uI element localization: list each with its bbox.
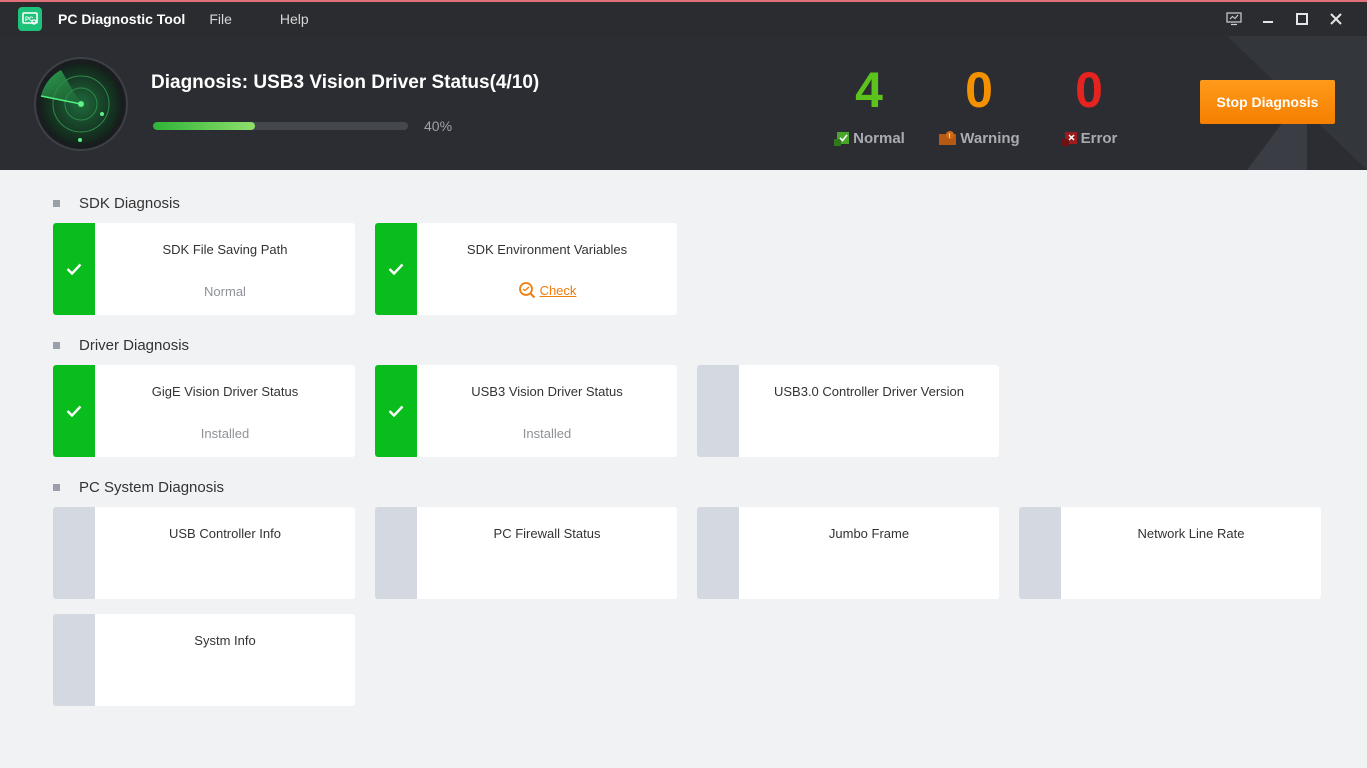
- card-system-info[interactable]: Systm Info: [53, 614, 355, 706]
- normal-label: Normal: [853, 130, 905, 147]
- maximize-icon: [1296, 13, 1308, 25]
- minimize-icon: [1263, 21, 1273, 23]
- status-strip: [53, 223, 95, 315]
- feedback-button[interactable]: [1217, 2, 1251, 36]
- card-gige-vision-driver-status[interactable]: GigE Vision Driver Status Installed: [53, 365, 355, 457]
- error-status-icon: [1061, 131, 1077, 146]
- app-logo-icon: PC: [18, 7, 42, 31]
- diagnosis-progress-bar: [153, 122, 408, 130]
- warning-label: Warning: [960, 130, 1020, 147]
- section-bullet: [53, 484, 60, 491]
- status-strip: [53, 614, 95, 706]
- normal-status-icon: [834, 131, 850, 146]
- section-title: SDK Diagnosis: [79, 195, 180, 212]
- progress-percent: 40%: [424, 118, 453, 134]
- card-status: Installed: [200, 426, 250, 441]
- card-title: USB3.0 Controller Driver Version: [773, 384, 965, 399]
- card-jumbo-frame[interactable]: Jumbo Frame: [697, 507, 999, 599]
- status-strip: [375, 507, 417, 599]
- card-status: Normal: [204, 284, 246, 299]
- card-title: USB3 Vision Driver Status: [471, 384, 623, 399]
- card-title: Network Line Rate: [1137, 526, 1245, 541]
- window-controls: [1217, 2, 1353, 36]
- card-title: SDK Environment Variables: [466, 242, 628, 257]
- check-link-label: Check: [539, 282, 577, 298]
- section-sdk-diagnosis: SDK Diagnosis: [53, 195, 180, 212]
- check-icon: [66, 405, 82, 417]
- title-bar: PC PC Diagnostic Tool File Help: [0, 0, 1367, 36]
- card-usb3-controller-driver-version[interactable]: USB3.0 Controller Driver Version: [697, 365, 999, 457]
- app-title: PC Diagnostic Tool: [58, 11, 186, 27]
- section-bullet: [53, 342, 60, 349]
- card-title: Jumbo Frame: [828, 526, 910, 541]
- progress-fill: [153, 122, 255, 130]
- magnifier-refresh-icon: [518, 282, 535, 299]
- svg-text:!: !: [949, 134, 951, 140]
- card-sdk-file-saving-path[interactable]: SDK File Saving Path Normal: [53, 223, 355, 315]
- warning-count: 0 ! Warning: [924, 62, 1034, 147]
- card-title: Systm Info: [194, 633, 256, 648]
- menu-file[interactable]: File: [209, 11, 232, 27]
- warning-status-icon: !: [939, 130, 957, 145]
- diagnosis-header: Diagnosis: USB3 Vision Driver Status(4/1…: [0, 36, 1367, 170]
- card-usb-controller-info[interactable]: USB Controller Info: [53, 507, 355, 599]
- diagnosis-title: Diagnosis: USB3 Vision Driver Status(4/1…: [151, 72, 540, 93]
- card-title: USB Controller Info: [169, 526, 281, 541]
- status-strip: [375, 365, 417, 457]
- status-strip: [53, 507, 95, 599]
- maximize-button[interactable]: [1285, 2, 1319, 36]
- section-title: PC System Diagnosis: [79, 479, 225, 496]
- card-network-line-rate[interactable]: Network Line Rate: [1019, 507, 1321, 599]
- monitor-icon: [1226, 12, 1242, 26]
- status-strip: [1019, 507, 1061, 599]
- error-count-value: 0: [1075, 62, 1103, 118]
- check-link[interactable]: Check: [417, 281, 677, 299]
- normal-count-value: 4: [855, 62, 883, 118]
- radar-icon: [34, 57, 128, 151]
- card-usb3-vision-driver-status[interactable]: USB3 Vision Driver Status Installed: [375, 365, 677, 457]
- warning-count-value: 0: [965, 62, 993, 118]
- status-strip: [53, 365, 95, 457]
- section-pc-system-diagnosis: PC System Diagnosis: [53, 479, 224, 496]
- status-strip: [697, 507, 739, 599]
- section-bullet: [53, 200, 60, 207]
- close-icon: [1330, 13, 1342, 25]
- minimize-button[interactable]: [1251, 2, 1285, 36]
- card-pc-firewall-status[interactable]: PC Firewall Status: [375, 507, 677, 599]
- section-title: Driver Diagnosis: [79, 337, 190, 354]
- close-button[interactable]: [1319, 2, 1353, 36]
- stop-diagnosis-button[interactable]: Stop Diagnosis: [1200, 80, 1335, 124]
- menu-help[interactable]: Help: [280, 11, 309, 27]
- status-strip: [697, 365, 739, 457]
- card-title: GigE Vision Driver Status: [151, 384, 299, 399]
- card-sdk-environment-variables[interactable]: SDK Environment Variables Check: [375, 223, 677, 315]
- normal-count: 4 Normal: [814, 62, 924, 147]
- check-icon: [388, 405, 404, 417]
- error-label: Error: [1080, 130, 1118, 147]
- card-status: Installed: [522, 426, 572, 441]
- error-count: 0 Error: [1034, 62, 1144, 147]
- check-icon: [388, 263, 404, 275]
- card-title: PC Firewall Status: [493, 526, 601, 541]
- card-title: SDK File Saving Path: [162, 242, 288, 257]
- section-driver-diagnosis: Driver Diagnosis: [53, 337, 189, 354]
- status-strip: [375, 223, 417, 315]
- check-icon: [66, 263, 82, 275]
